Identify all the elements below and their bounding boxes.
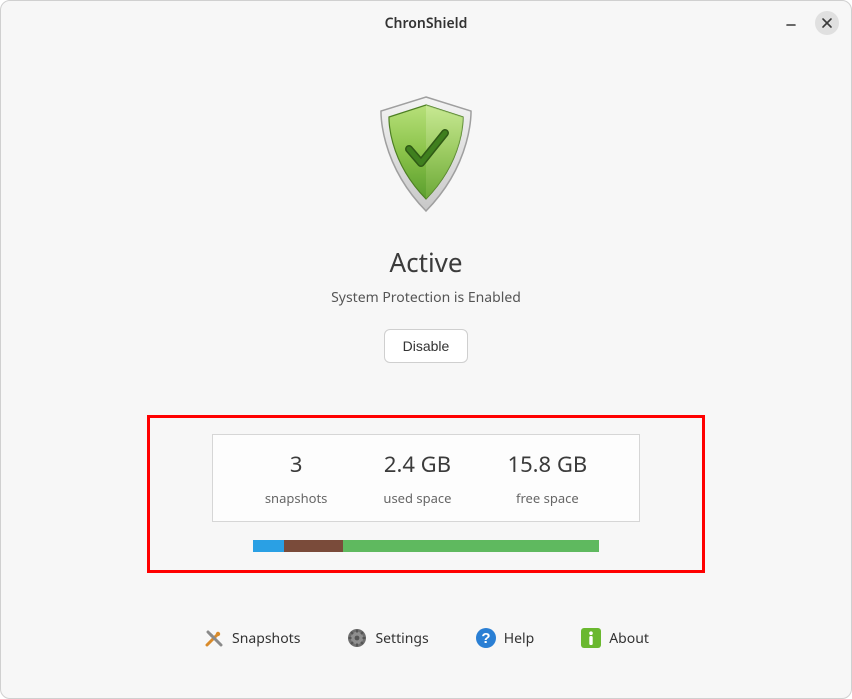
nav-snapshots-label: Snapshots xyxy=(232,629,300,648)
disk-bar-segment-green xyxy=(343,540,599,552)
info-icon xyxy=(580,627,602,649)
stat-used-value: 2.4 GB xyxy=(384,449,451,479)
app-window: ChronShield xyxy=(0,0,852,699)
disk-bar-segment-brown xyxy=(284,540,343,552)
nav-help-label: Help xyxy=(504,629,535,648)
close-button[interactable] xyxy=(815,11,839,35)
nav-about-label: About xyxy=(609,629,649,648)
stat-snapshots: 3 snapshots xyxy=(237,449,356,507)
status-subtitle: System Protection is Enabled xyxy=(331,288,521,307)
nav-settings-label: Settings xyxy=(375,629,428,648)
tools-icon xyxy=(203,627,225,649)
help-icon: ? xyxy=(475,627,497,649)
stat-snapshots-value: 3 xyxy=(290,449,303,479)
stat-free-label: free space xyxy=(516,489,579,507)
main-content: Active System Protection is Enabled Disa… xyxy=(1,45,851,698)
gear-icon xyxy=(346,627,368,649)
minimize-button[interactable] xyxy=(779,11,803,35)
stat-used-label: used space xyxy=(383,489,451,507)
nav-help[interactable]: ? Help xyxy=(475,627,535,649)
disk-usage-bar xyxy=(253,540,599,552)
nav-about[interactable]: About xyxy=(580,627,649,649)
stat-free-value: 15.8 GB xyxy=(507,449,587,479)
close-icon xyxy=(821,17,833,29)
minimize-icon xyxy=(784,16,798,30)
disable-button[interactable]: Disable xyxy=(384,329,469,363)
titlebar: ChronShield xyxy=(1,1,851,45)
stats-highlight-box: 3 snapshots 2.4 GB used space 15.8 GB fr… xyxy=(147,415,705,573)
shield-icon xyxy=(371,93,481,224)
stat-used: 2.4 GB used space xyxy=(355,449,479,507)
window-title: ChronShield xyxy=(385,14,468,33)
stats-box: 3 snapshots 2.4 GB used space 15.8 GB fr… xyxy=(212,434,640,522)
nav-settings[interactable]: Settings xyxy=(346,627,428,649)
stat-free: 15.8 GB free space xyxy=(479,449,615,507)
status-title: Active xyxy=(389,244,462,280)
nav-snapshots[interactable]: Snapshots xyxy=(203,627,300,649)
svg-text:?: ? xyxy=(481,630,490,647)
bottom-nav: Snapshots xyxy=(203,627,649,677)
titlebar-controls xyxy=(779,11,839,35)
stat-snapshots-label: snapshots xyxy=(265,489,328,507)
disk-bar-segment-blue xyxy=(253,540,284,552)
